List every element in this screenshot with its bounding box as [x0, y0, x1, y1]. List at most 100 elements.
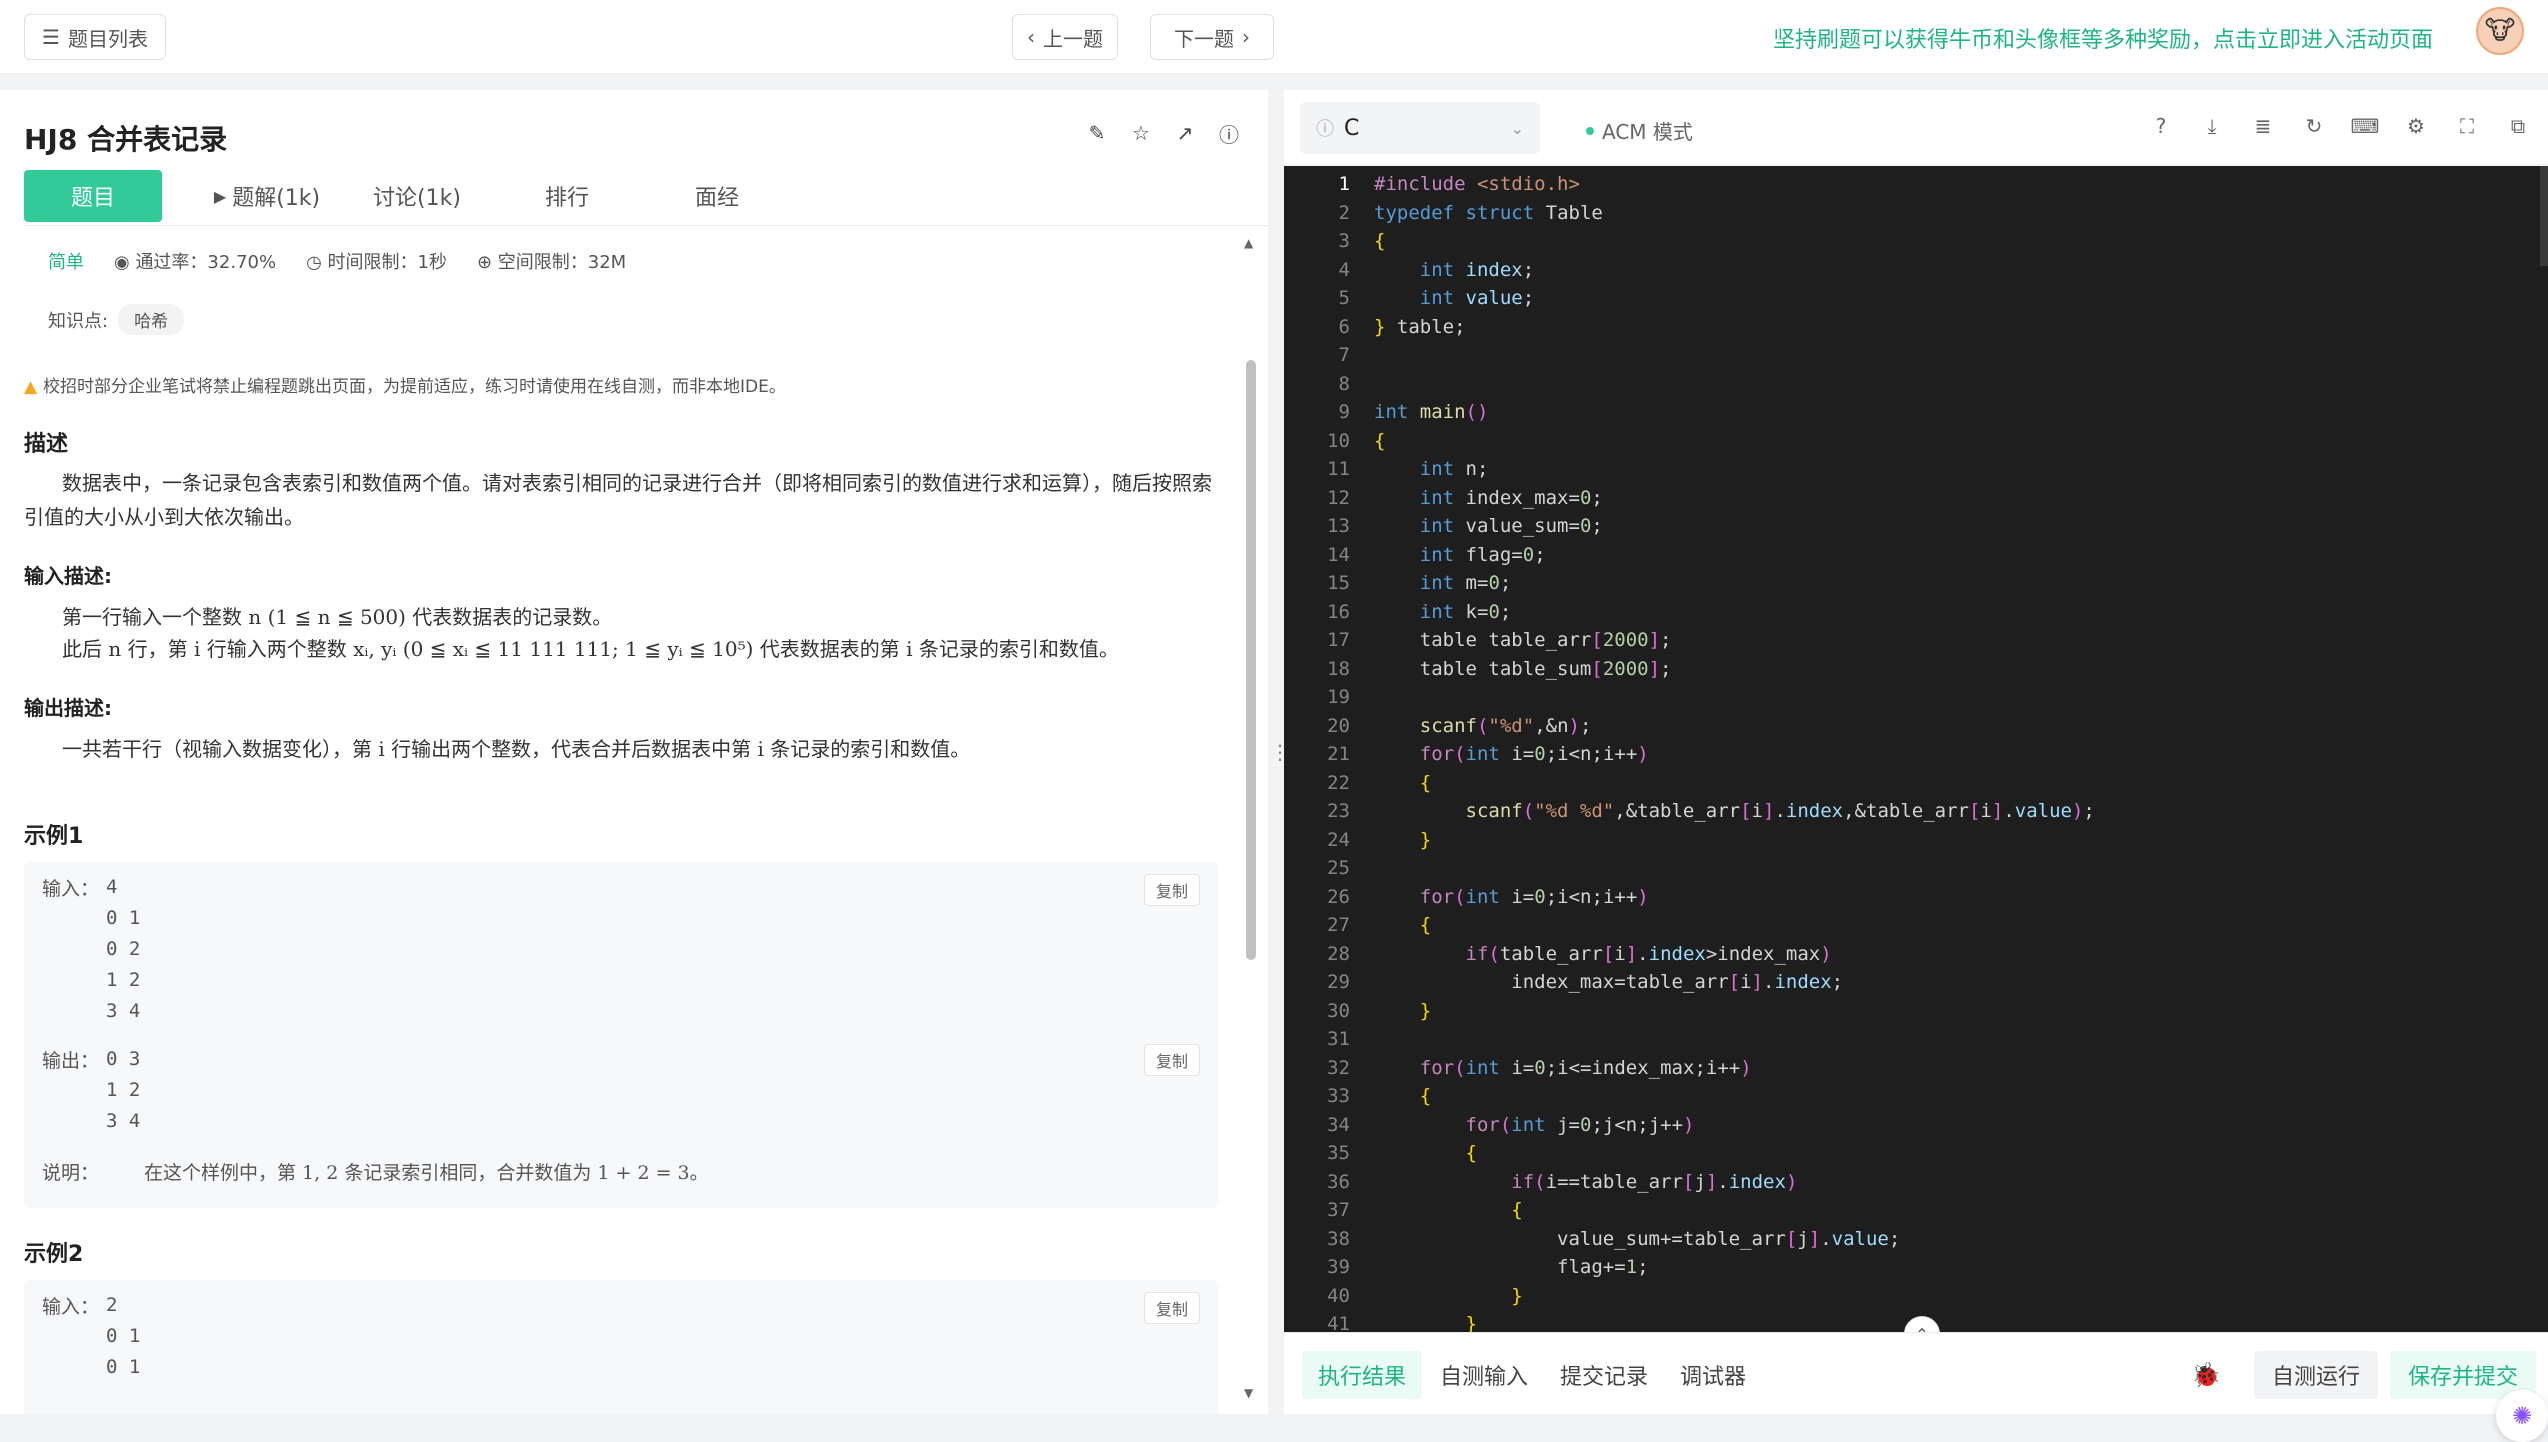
code-line[interactable]: 39 flag+=1;: [1284, 1253, 1648, 1282]
tab-submit-records[interactable]: 提交记录: [1544, 1351, 1664, 1399]
settings-icon[interactable]: ⚙: [2404, 114, 2428, 138]
code-line[interactable]: 25: [1284, 854, 1374, 883]
self-test-run-button[interactable]: 自测运行: [2254, 1351, 2379, 1399]
code-line[interactable]: 4 int index;: [1284, 256, 1535, 285]
code-line[interactable]: 14 int flag=0;: [1284, 541, 1546, 570]
split-icon[interactable]: ⧉: [2506, 114, 2530, 138]
code-line[interactable]: 31: [1284, 1025, 1374, 1054]
code-line[interactable]: 20 scanf("%d",&n);: [1284, 712, 1591, 741]
code-line[interactable]: 37 {: [1284, 1196, 1523, 1225]
code-line[interactable]: 19: [1284, 683, 1374, 712]
problem-panel: HJ8 合并表记录 ✎ ☆ ↗ ⓘ 题目 ▶ 题解(1k) 讨论(1k) 排行 面…: [0, 90, 1268, 1414]
code-line[interactable]: 36 if(i==table_arr[j].index): [1284, 1168, 1797, 1197]
problem-scrollbar[interactable]: ▲ ▼: [1244, 236, 1258, 1406]
code-line[interactable]: 33 {: [1284, 1082, 1431, 1111]
tab-ranking[interactable]: 排行: [492, 170, 642, 222]
code-line[interactable]: 5 int value;: [1284, 284, 1535, 313]
code-line[interactable]: 11 int n;: [1284, 455, 1488, 484]
ai-assistant-icon[interactable]: ✺: [2496, 1390, 2548, 1442]
tab-solutions[interactable]: ▶ 题解(1k): [192, 170, 342, 222]
code-line[interactable]: 22 {: [1284, 769, 1431, 798]
scroll-thumb[interactable]: [1246, 360, 1256, 960]
info-icon[interactable]: ⓘ: [1218, 122, 1240, 147]
ex1-output-line: 1 2: [106, 1079, 141, 1101]
code-line[interactable]: 29 index_max=table_arr[i].index;: [1284, 968, 1843, 997]
reset-icon[interactable]: ↻: [2302, 114, 2326, 138]
promo-link[interactable]: 坚持刷题可以获得牛币和头像框等多种奖励，点击立即进入活动页面: [1773, 22, 2433, 54]
check-circle-icon: ◉: [114, 252, 136, 273]
code-scrollbar[interactable]: [2540, 166, 2548, 266]
code-line[interactable]: 24 }: [1284, 826, 1431, 855]
code-line[interactable]: 34 for(int j=0;j<n;j++): [1284, 1111, 1694, 1140]
line-number: 21: [1327, 743, 1350, 766]
code-line[interactable]: 6} table;: [1284, 313, 1466, 342]
code-editor[interactable]: 1 #include <stdio.h> 2 typedef struct Table…: [1284, 166, 2548, 1332]
code-line[interactable]: 15 int m=0;: [1284, 569, 1511, 598]
code-text: }: [1419, 999, 1432, 1022]
scroll-down-icon[interactable]: ▼: [1244, 1386, 1253, 1400]
tab-self-test-input[interactable]: 自测输入: [1424, 1351, 1544, 1399]
bug-icon[interactable]: 🐞: [2191, 1361, 2221, 1389]
code-line[interactable]: 21 for(int i=0;i<n;i++): [1284, 740, 1649, 769]
share-icon[interactable]: ↗: [1174, 121, 1196, 145]
code-line[interactable]: 3{: [1284, 227, 1386, 256]
time-limit: ◷ 时间限制：1秒: [306, 248, 447, 274]
line-number: 3: [1338, 230, 1350, 253]
editor-bottom-bar: 执行结果 自测输入 提交记录 调试器 🐞 自测运行 保存并提交: [1284, 1332, 2548, 1414]
format-icon[interactable]: ≣: [2251, 114, 2275, 138]
code-line[interactable]: 41 }: [1284, 1310, 1477, 1332]
tab-exec-result[interactable]: 执行结果: [1302, 1351, 1423, 1399]
line-number: 38: [1327, 1227, 1350, 1250]
user-avatar[interactable]: 🐮: [2476, 7, 2524, 55]
ex2-input-line: 0 1: [106, 1356, 141, 1378]
line-number: 2: [1338, 201, 1350, 224]
language-select[interactable]: ⓘ C ⌄: [1300, 102, 1540, 154]
knowledge-label: 知识点:: [48, 310, 109, 332]
tab-problem[interactable]: 题目: [24, 170, 162, 222]
code-line[interactable]: 13 int value_sum=0;: [1284, 512, 1603, 541]
keyboard-icon[interactable]: ⌨: [2351, 114, 2380, 138]
code-text: }: [1419, 828, 1432, 851]
copy-input-button[interactable]: 复制: [1144, 874, 1200, 906]
code-line[interactable]: 32 for(int i=0;i<=index_max;i++): [1284, 1054, 1752, 1083]
code-line[interactable]: 16 int k=0;: [1284, 598, 1511, 627]
code-line[interactable]: 9 int main(): [1284, 398, 1489, 427]
copy-input-button[interactable]: 复制: [1144, 1292, 1200, 1324]
code-text: if(i==table_arr[j].index): [1511, 1170, 1798, 1193]
copy-output-button[interactable]: 复制: [1144, 1044, 1200, 1076]
code-line[interactable]: 27 {: [1284, 911, 1431, 940]
code-line[interactable]: 28 if(table_arr[i].index>index_max): [1284, 940, 1832, 969]
title-actions: ✎ ☆ ↗ ⓘ: [1086, 121, 1240, 147]
download-icon[interactable]: ⤓: [2200, 114, 2224, 138]
scroll-up-icon[interactable]: ▲: [1244, 236, 1253, 250]
code-text: int value;: [1419, 287, 1535, 310]
globe-icon: ⊕: [476, 252, 498, 273]
problem-list-button[interactable]: ☰ 题目列表: [24, 14, 166, 60]
tab-discussion[interactable]: 讨论(1k): [342, 170, 492, 222]
code-line[interactable]: 38 value_sum+=table_arr[j].value;: [1284, 1225, 1900, 1254]
star-icon[interactable]: ☆: [1130, 121, 1152, 145]
edit-icon[interactable]: ✎: [1086, 121, 1108, 145]
fullscreen-icon[interactable]: ⛶: [2455, 114, 2479, 138]
prev-problem-button[interactable]: ‹ 上一题: [1012, 14, 1118, 60]
code-line[interactable]: 30 }: [1284, 997, 1431, 1026]
code-line[interactable]: 18 table table_sum[2000];: [1284, 655, 1671, 684]
tab-debugger[interactable]: 调试器: [1664, 1351, 1762, 1399]
code-line[interactable]: 2 typedef struct Table: [1284, 199, 1603, 228]
code-line[interactable]: 26 for(int i=0;i<n;i++): [1284, 883, 1649, 912]
code-line[interactable]: 17 table table_arr[2000];: [1284, 626, 1671, 655]
code-line[interactable]: 8: [1284, 370, 1374, 399]
knowledge-points: 知识点: 哈希: [48, 304, 185, 335]
tab-interview[interactable]: 面经: [642, 170, 792, 222]
code-line[interactable]: 1 #include <stdio.h>: [1284, 170, 1580, 199]
description-heading: 描述: [24, 432, 69, 457]
code-line[interactable]: 35 {: [1284, 1139, 1477, 1168]
help-icon[interactable]: ?: [2149, 114, 2173, 138]
code-line[interactable]: 23 scanf("%d %d",&table_arr[i].index,&ta…: [1284, 797, 2095, 826]
knowledge-tag[interactable]: 哈希: [118, 304, 185, 335]
code-line[interactable]: 40 }: [1284, 1282, 1523, 1311]
code-line[interactable]: 10 {: [1284, 427, 1385, 456]
code-line[interactable]: 7: [1284, 341, 1374, 370]
code-line[interactable]: 12 int index_max=0;: [1284, 484, 1603, 513]
next-problem-button[interactable]: 下一题 ›: [1150, 14, 1274, 60]
